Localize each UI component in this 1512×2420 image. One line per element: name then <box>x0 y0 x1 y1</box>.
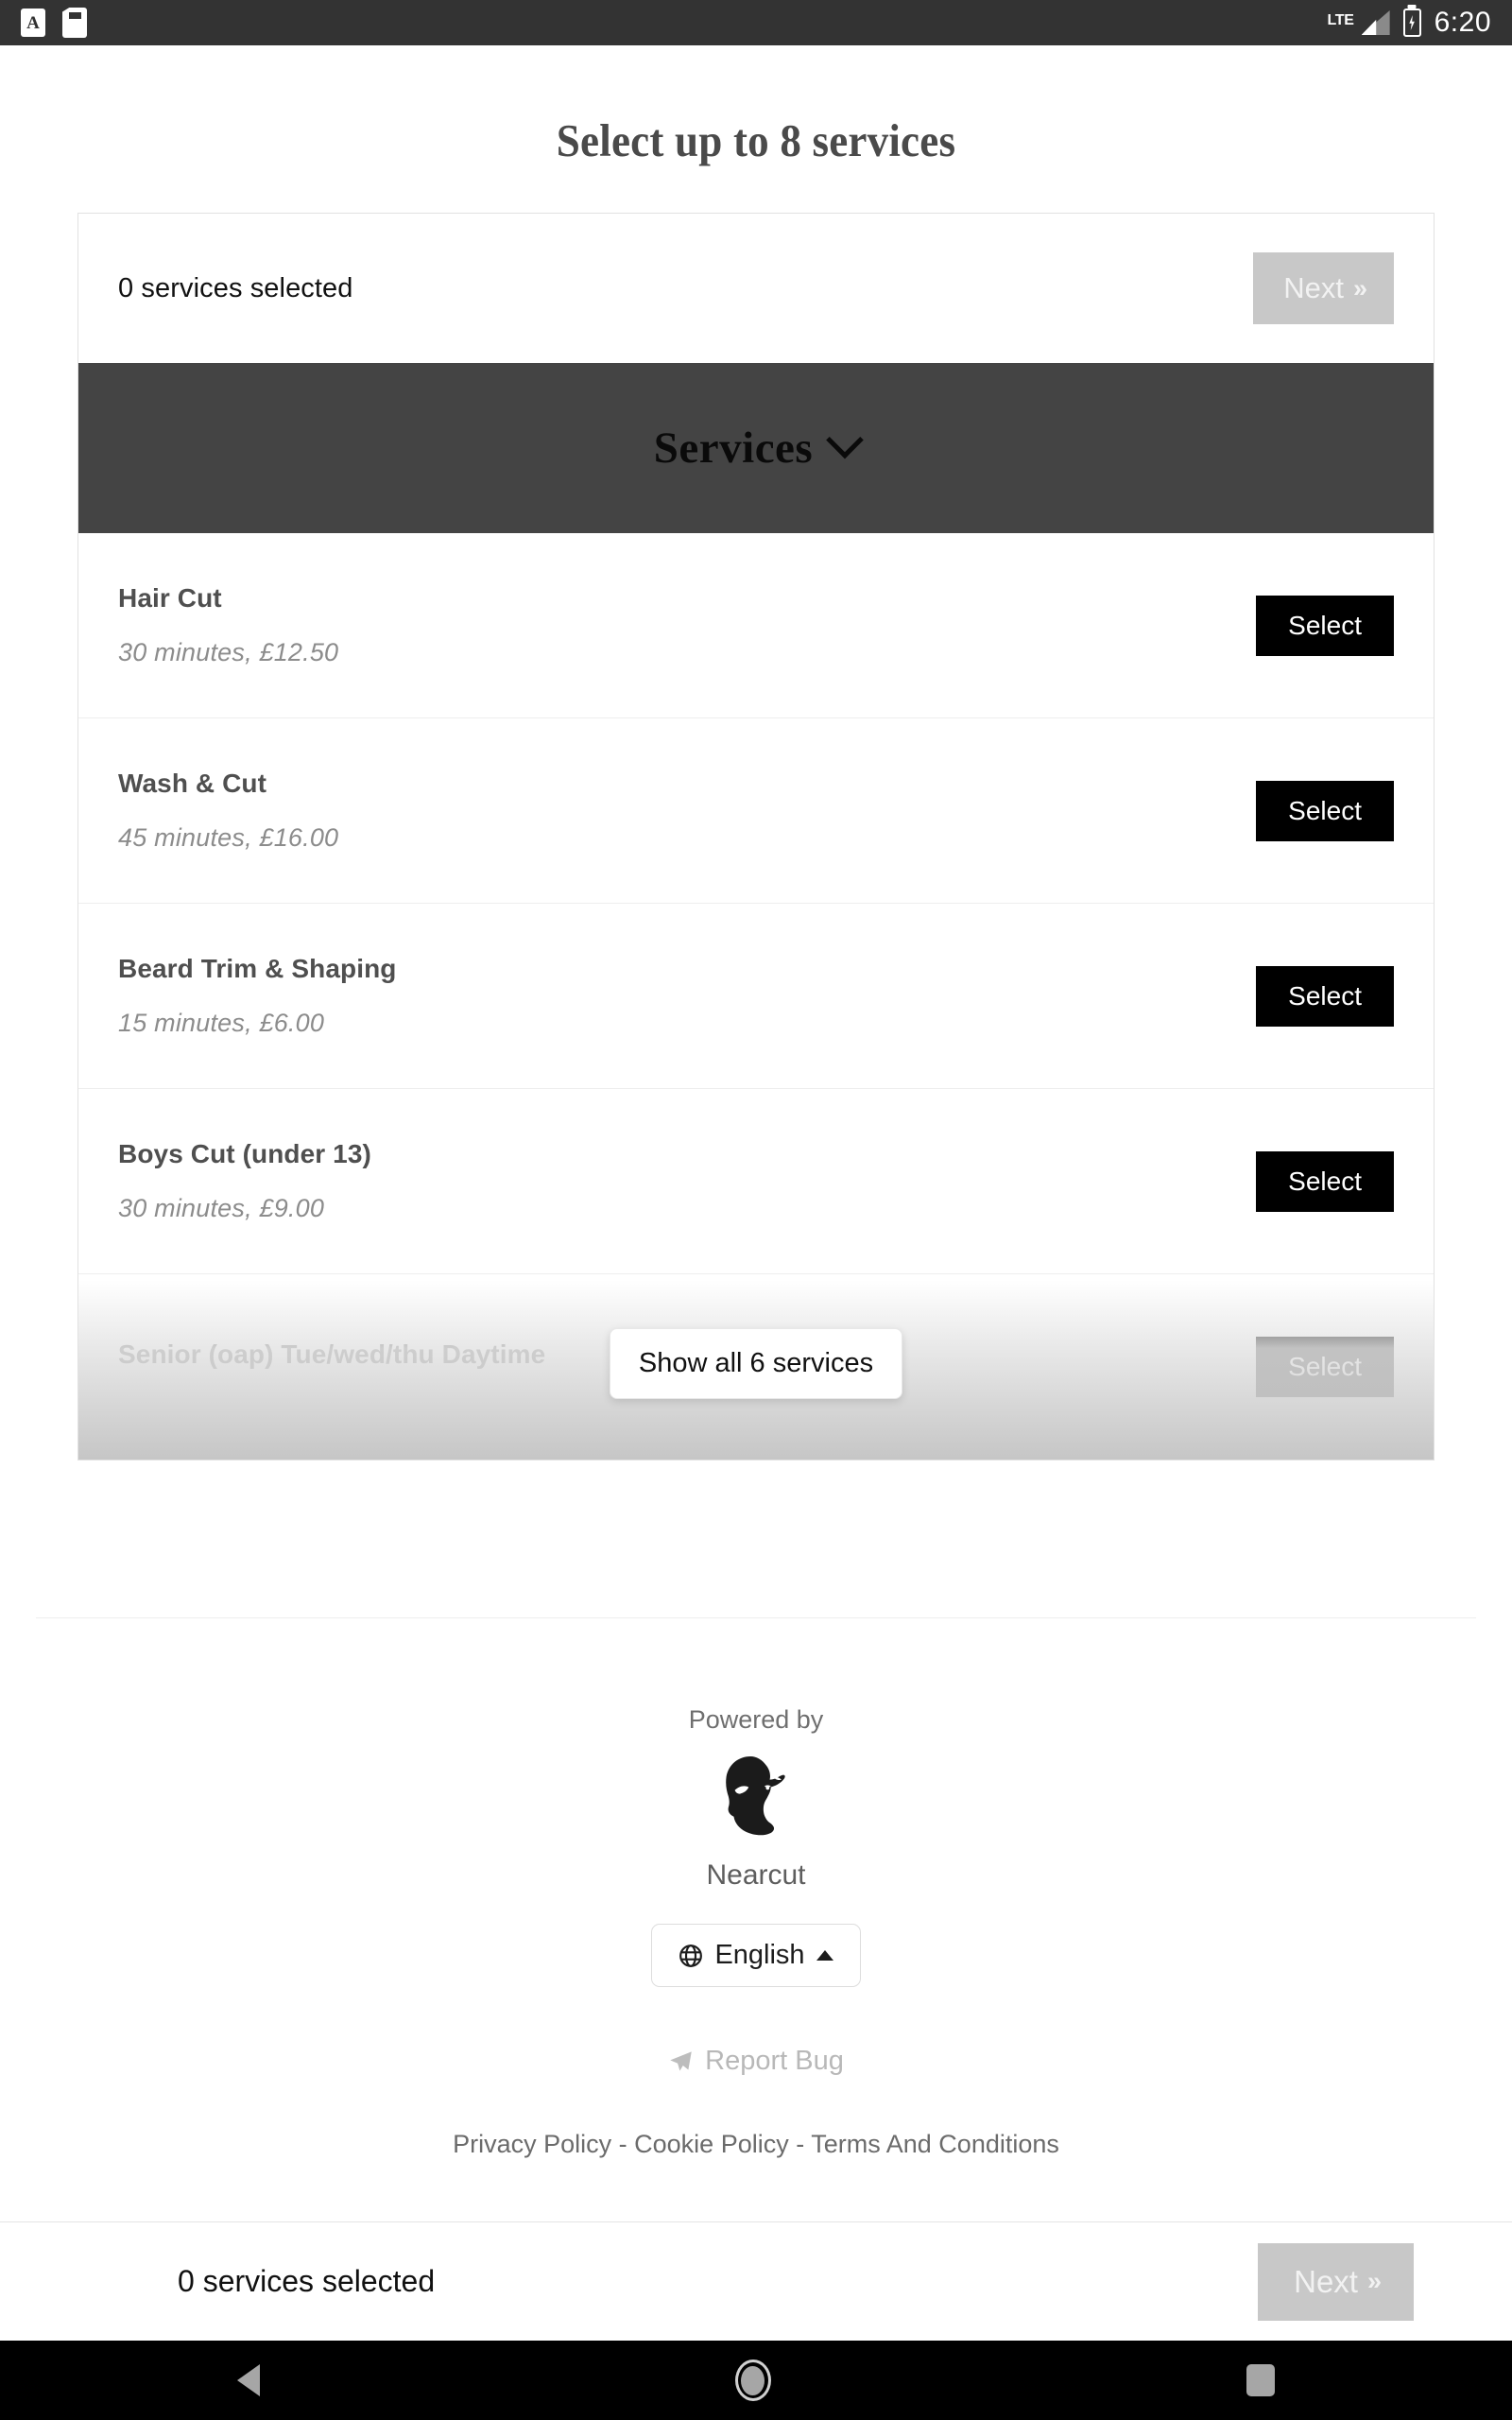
battery-charging-icon <box>1402 9 1421 37</box>
home-nav-icon[interactable] <box>734 2360 771 2401</box>
services-card: 0 services selected Next » Services Hair… <box>77 213 1435 1461</box>
service-meta: 15 minutes, £6.00 <box>118 1009 325 1037</box>
status-left-icons: A <box>21 8 87 38</box>
show-all-services-button[interactable]: Show all 6 services <box>609 1328 903 1399</box>
service-name: Hair Cut <box>118 583 222 613</box>
page-footer: Powered by Nearcut English Report Bug Pr… <box>0 1617 1512 2221</box>
android-nav-bar <box>0 2341 1512 2420</box>
cookie-policy-link[interactable]: Cookie Policy <box>634 2130 789 2158</box>
language-selector-button[interactable]: English <box>651 1924 861 1987</box>
service-name: Wash & Cut <box>118 769 267 798</box>
service-info: Wash & Cut 45 minutes, £16.00 <box>118 769 338 853</box>
service-meta: 30 minutes, £12.50 <box>118 638 339 666</box>
select-button[interactable]: Select <box>1256 1150 1394 1212</box>
status-right-icons: LTE 6:20 <box>1327 7 1491 39</box>
bearded-man-logo <box>726 1755 785 1836</box>
page-title: Select up to 8 services <box>556 114 956 166</box>
legal-sep-2: - <box>788 2130 812 2158</box>
service-meta: 45 minutes, £16.00 <box>118 823 339 852</box>
next-button-top[interactable]: Next » <box>1253 252 1394 324</box>
powered-by-label: Powered by <box>688 1705 824 1734</box>
service-info: Boys Cut (under 13) 30 minutes, £9.00 <box>118 1139 371 1223</box>
selection-summary-bar: 0 services selected Next » <box>78 214 1434 363</box>
service-info: Hair Cut 30 minutes, £12.50 <box>118 583 338 667</box>
status-clock: 6:20 <box>1434 7 1491 38</box>
signal-bars-icon <box>1361 10 1390 35</box>
service-name: Beard Trim & Shaping <box>118 954 397 983</box>
globe-icon <box>679 1944 703 1967</box>
android-status-bar: A LTE 6:20 <box>0 0 1512 45</box>
sticky-selection-bar: 0 services selected Next » <box>0 2221 1512 2341</box>
caret-up-icon <box>816 1950 833 1961</box>
report-bug-link[interactable]: Report Bug <box>0 2046 1512 2077</box>
chevron-down-icon <box>826 421 865 459</box>
table-row[interactable]: Wash & Cut 45 minutes, £16.00 Select <box>78 718 1434 904</box>
terms-conditions-link[interactable]: Terms And Conditions <box>811 2130 1059 2158</box>
legal-links: Privacy Policy - Cookie Policy - Terms A… <box>0 2130 1512 2159</box>
back-nav-icon[interactable] <box>237 2364 261 2396</box>
double-chevron-right-icon: » <box>1352 273 1367 302</box>
service-info: Beard Trim & Shaping 15 minutes, £6.00 <box>118 954 397 1038</box>
brand-name: Nearcut <box>706 1859 806 1891</box>
table-row[interactable]: Beard Trim & Shaping 15 minutes, £6.00 S… <box>78 904 1434 1089</box>
paper-plane-icon <box>670 2051 692 2071</box>
service-name: Boys Cut (under 13) <box>118 1139 371 1168</box>
select-button[interactable]: Select <box>1256 780 1394 841</box>
privacy-policy-link[interactable]: Privacy Policy <box>453 2130 611 2158</box>
network-type-label: LTE <box>1327 12 1354 28</box>
next-button-top-label: Next <box>1283 271 1344 304</box>
keyboard-language-icon: A <box>21 9 45 37</box>
next-button-bottom[interactable]: Next » <box>1258 2242 1414 2321</box>
language-selector-wrapper: English <box>0 1924 1512 1987</box>
selected-count-label: 0 services selected <box>118 272 353 303</box>
recents-nav-icon[interactable] <box>1246 2364 1275 2396</box>
sticky-selected-count-label: 0 services selected <box>178 2264 436 2298</box>
services-section-header[interactable]: Services <box>78 363 1434 533</box>
select-button[interactable]: Select <box>1256 595 1394 656</box>
services-list-wrapper: Hair Cut 30 minutes, £12.50 Select Wash … <box>78 533 1434 1460</box>
show-all-wrapper: Show all 6 services <box>78 1328 1434 1399</box>
report-bug-label: Report Bug <box>705 2046 844 2076</box>
table-row[interactable]: Hair Cut 30 minutes, £12.50 Select <box>78 533 1434 718</box>
language-label: English <box>714 1940 805 1970</box>
table-row[interactable]: Boys Cut (under 13) 30 minutes, £9.00 Se… <box>78 1089 1434 1274</box>
sd-card-icon <box>62 8 87 38</box>
next-button-bottom-label: Next <box>1294 2263 1358 2299</box>
page-content: Select up to 8 services 0 services selec… <box>0 45 1512 2221</box>
service-meta: 30 minutes, £9.00 <box>118 1194 325 1222</box>
legal-sep-1: - <box>611 2130 635 2158</box>
select-button[interactable]: Select <box>1256 965 1394 1027</box>
services-section-title: Services <box>653 424 814 473</box>
app-screen: A LTE 6:20 Select up to 8 services 0 ser… <box>0 0 1512 2420</box>
footer-divider <box>36 1617 1476 1618</box>
services-list: Hair Cut 30 minutes, £12.50 Select Wash … <box>78 533 1434 1460</box>
double-chevron-right-icon: » <box>1366 2267 1382 2295</box>
